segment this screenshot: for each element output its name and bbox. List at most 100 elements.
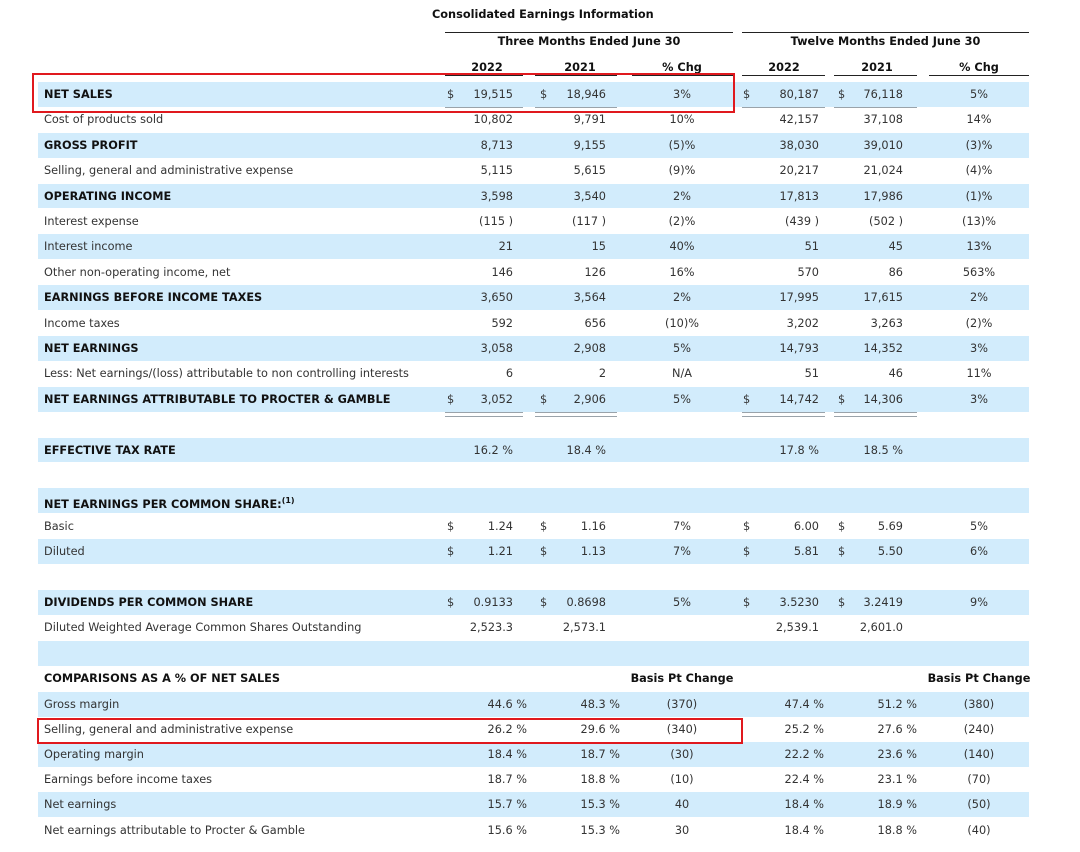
pct-change-cell: 7% [673,545,691,559]
value-cell: 10,802 [473,113,513,127]
row-label: OPERATING INCOME [44,189,172,203]
basis-pt-cell: (140) [963,748,995,762]
value-cell: 46 [888,367,903,381]
value-cell: 42,157 [779,113,819,127]
highlight-box-net-sales [32,73,735,113]
value-cell: 6.00 [793,519,819,533]
total-underline [742,412,825,413]
value-cell: 9,155 [573,138,606,152]
value-cell: 2,539.1 [775,621,819,635]
pct-change-cell: 2% [673,291,691,305]
value-cell: 570 [797,265,819,279]
value-cell: 3,540 [573,189,606,203]
value-cell: 17,615 [863,291,903,305]
comparison-value: 18.4 % [784,823,824,837]
value-cell: 51 [804,367,819,381]
pct-change-cell: (2)% [668,215,696,228]
value-cell: 0.8698 [566,596,606,609]
comparison-value: 15.6 % [487,823,527,837]
row-label: Basic [44,519,74,533]
row-label: Diluted Weighted Average Common Shares O… [44,621,362,635]
value-cell: 0.9133 [473,596,513,609]
value-cell: 3.5230 [779,596,819,609]
value-cell: 2,601.0 [859,621,903,635]
comparison-value: 23.1 % [877,773,917,787]
value-cell: 37,108 [863,113,903,127]
basis-pt-cell: (30) [670,748,694,762]
highlight-box-sga [37,718,743,744]
pct-change-cell: 14% [966,113,992,127]
value-cell: 6 [505,367,513,381]
comparison-label: Net earnings [44,798,117,812]
comparison-value: 23.6 % [877,748,917,762]
comparison-label: Gross margin [44,698,120,711]
pct-change-cell: 3% [970,342,988,355]
value-cell: 2,908 [573,342,606,355]
pct-change-cell: (3)% [965,138,993,152]
value-cell: (439 ) [785,215,819,228]
comparisons-header: COMPARISONS AS A % OF NET SALES [44,672,281,685]
total-underline [834,412,917,413]
value-cell: 3,564 [573,291,606,305]
earnings-table: Consolidated Earnings Information Three … [0,0,1080,852]
row-label: Diluted [44,545,85,559]
total-underline [445,412,523,413]
column-header-rule [834,75,917,76]
comparison-value: 18.7 % [580,748,620,762]
row-label: Income taxes [44,316,120,330]
value-cell: 5.81 [793,545,819,559]
value-cell: 2,573.1 [562,621,606,635]
value-cell: 14,352 [863,342,903,355]
row-label: Interest income [44,240,133,254]
value-cell: (502 ) [869,215,903,228]
column-header: 2021 [861,61,893,74]
comparison-value: 18.8 % [580,773,620,787]
value-cell: 39,010 [863,138,903,152]
total-underline [742,416,825,417]
row-label: GROSS PROFIT [44,138,138,152]
pct-change-cell: 10% [669,113,695,127]
value-cell: 592 [491,316,513,330]
row-label: Other non-operating income, net [44,265,231,279]
comparison-value: 22.2 % [784,748,824,762]
pct-change-cell: 5% [970,88,988,101]
pct-change-cell: 11% [966,367,992,381]
value-cell: 76,118 [863,88,903,101]
comparison-value: 51.2 % [877,698,917,711]
comparison-value: 44.6 % [487,698,527,711]
value-cell: 20,217 [779,164,819,178]
value-cell: 2,523.3 [469,621,513,635]
comparison-value: 18.4 % [487,748,527,762]
value-cell: 15 [591,240,606,254]
total-underline [535,412,617,413]
value-cell: 18.5 % [863,443,903,457]
three-months-header: Three Months Ended June 30 [497,35,681,48]
value-cell: 45 [888,240,903,254]
value-cell: 17,986 [863,189,903,203]
pct-change-cell: 563% [962,265,996,279]
basis-pt-cell: (50) [967,798,991,812]
value-cell: 17.8 % [779,443,819,457]
basis-pt-header: Basis Pt Change [630,672,734,685]
pct-change-cell: (13)% [962,215,996,228]
comparison-value: 48.3 % [580,698,620,711]
value-cell: 14,306 [863,392,903,406]
total-underline [834,107,917,108]
value-cell: 5.50 [877,545,903,559]
value-cell: 38,030 [779,138,819,152]
pct-change-cell: 7% [673,519,691,533]
pct-change-cell: N/A [672,367,692,381]
value-cell: 1.16 [580,519,606,533]
pct-change-cell: (2)% [965,316,993,330]
pct-change-cell: 3% [970,392,988,406]
comparison-value: 15.7 % [487,798,527,812]
total-underline [535,416,617,417]
column-header: 2022 [768,61,800,74]
basis-pt-cell: (40) [967,823,991,837]
comparison-label: Earnings before income taxes [44,773,213,787]
basis-pt-cell: (10) [670,773,694,787]
pct-change-cell: (1)% [965,189,993,203]
pct-change-cell: 9% [970,596,988,609]
pct-change-cell: 2% [970,291,988,305]
basis-pt-cell: 30 [674,823,690,837]
